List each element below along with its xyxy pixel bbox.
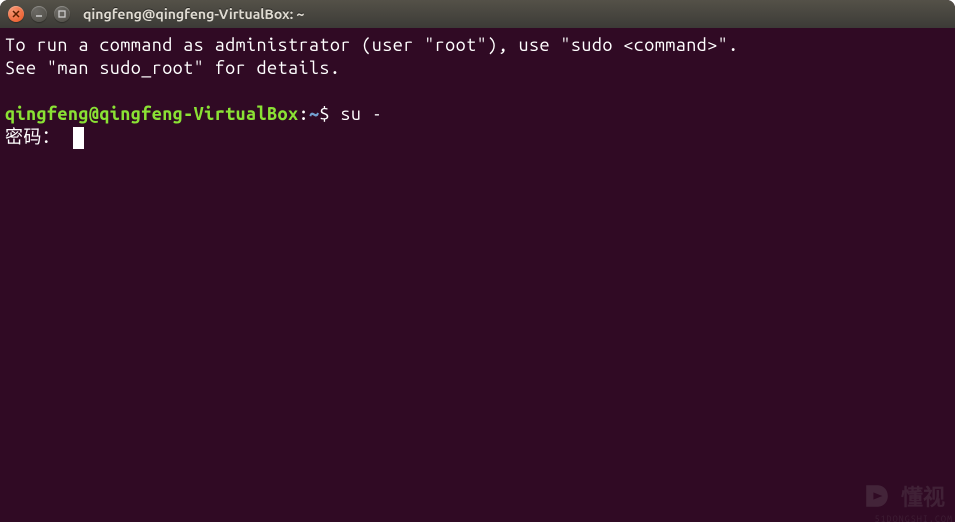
- titlebar[interactable]: qingfeng@qingfeng-VirtualBox: ~: [0, 0, 955, 28]
- watermark: 懂视: [859, 478, 945, 514]
- password-line: 密码：: [5, 126, 947, 149]
- cursor: [73, 127, 84, 149]
- motd-line: See "man sudo_root" for details.: [5, 57, 947, 80]
- close-button[interactable]: [8, 6, 24, 22]
- password-prompt: 密码：: [5, 127, 71, 147]
- prompt-path: ~: [309, 104, 319, 124]
- minimize-button[interactable]: [31, 6, 47, 22]
- prompt-symbol: $: [319, 104, 340, 124]
- blank-line: [5, 80, 947, 103]
- prompt-user-host: qingfeng@qingfeng-VirtualBox: [5, 104, 298, 124]
- watermark-logo-icon: [859, 478, 895, 514]
- close-icon: [11, 9, 21, 19]
- prompt-line: qingfeng@qingfeng-VirtualBox:~$ su -: [5, 103, 947, 126]
- maximize-button[interactable]: [54, 6, 70, 22]
- watermark-text: 懂视: [901, 480, 945, 512]
- maximize-icon: [57, 9, 67, 19]
- minimize-icon: [34, 9, 44, 19]
- prompt-colon: :: [298, 104, 308, 124]
- terminal-content[interactable]: To run a command as administrator (user …: [0, 28, 955, 157]
- entered-command: su -: [340, 104, 382, 124]
- window-title: qingfeng@qingfeng-VirtualBox: ~: [83, 6, 304, 22]
- watermark-url: 51DONGSHI.COM: [874, 514, 953, 524]
- terminal-window: qingfeng@qingfeng-VirtualBox: ~ To run a…: [0, 0, 955, 522]
- motd-line: To run a command as administrator (user …: [5, 34, 947, 57]
